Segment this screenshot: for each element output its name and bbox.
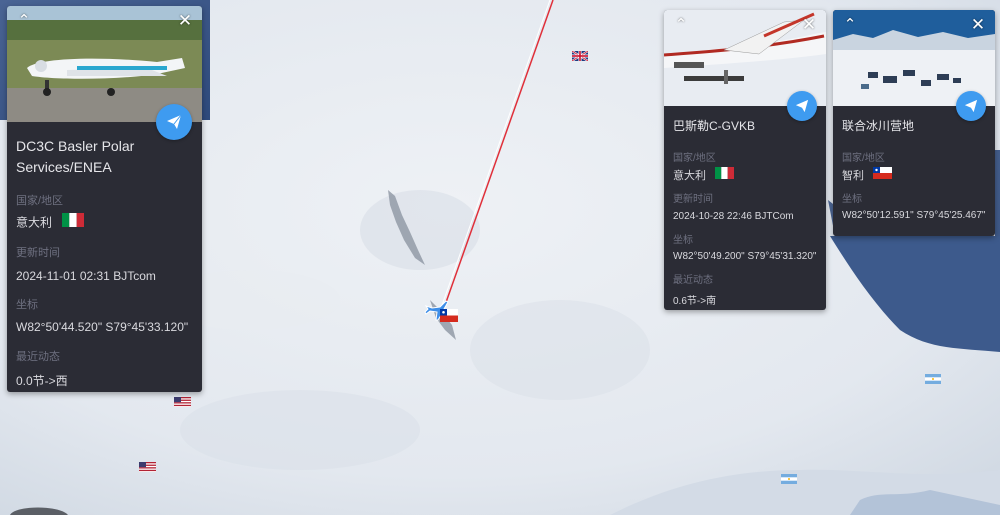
chevron-up-icon[interactable]: ⌃	[672, 16, 690, 34]
aircraft-info-card-dc3c[interactable]: ⌃ ✕ DC3C Basler Polar Services/ENEA 国家/地…	[7, 6, 202, 392]
camp-info-card-union-glacier[interactable]: ⌃ ✕ 联合冰川营地 国家/地区 智利 坐标 W82°50'12.591" S7…	[833, 10, 995, 236]
usa-flag[interactable]	[139, 459, 156, 477]
chile-flag[interactable]	[440, 309, 458, 327]
country-value: 意大利	[16, 215, 53, 230]
country-label: 国家/地区	[842, 153, 885, 164]
coord-value: W82°50'12.591" S79°45'25.467"	[842, 210, 986, 222]
italy-flag	[62, 213, 85, 232]
paper-plane-icon[interactable]	[156, 104, 192, 140]
argentina-flag[interactable]	[781, 471, 797, 489]
status-value: 0.6节->南	[673, 296, 717, 308]
close-icon[interactable]: ✕	[176, 12, 194, 30]
italy-flag	[715, 166, 735, 184]
paper-plane-icon[interactable]	[787, 91, 817, 121]
close-icon[interactable]: ✕	[800, 16, 818, 34]
paper-plane-icon[interactable]	[956, 91, 986, 121]
coord-label: 坐标	[842, 194, 862, 206]
status-value: 0.0节->西	[16, 374, 68, 388]
coord-value: W82°50'44.520" S79°45'33.120"	[16, 320, 189, 334]
time-value: 2024-11-01 02:31 BJTcom	[16, 269, 156, 283]
country-value: 意大利	[673, 170, 706, 183]
time-label: 更新时间	[16, 247, 60, 259]
status-label: 最近动态	[16, 351, 60, 363]
time-value: 2024-10-28 22:46 BJTCom	[673, 211, 794, 223]
aircraft-info-card-gvkb[interactable]: ⌃ ✕ 巴斯勒C-GVKB 国家/地区 意大利 更新时间 2024-10-28 …	[664, 10, 826, 310]
country-value: 智利	[842, 170, 864, 183]
status-label: 最近动态	[673, 275, 713, 287]
country-label: 国家/地区	[16, 195, 64, 207]
argentina-flag[interactable]	[925, 371, 941, 389]
close-icon[interactable]: ✕	[969, 16, 987, 34]
chile-flag	[873, 166, 893, 184]
country-label: 国家/地区	[673, 153, 716, 164]
time-label: 更新时间	[673, 194, 713, 206]
coord-label: 坐标	[16, 299, 38, 311]
chevron-up-icon[interactable]: ⌃	[15, 12, 33, 30]
chevron-up-icon[interactable]: ⌃	[841, 16, 859, 34]
card-title: DC3C Basler Polar Services/ENEA	[16, 138, 135, 175]
coord-label: 坐标	[673, 235, 693, 247]
uk-flag[interactable]	[571, 48, 589, 66]
coord-value: W82°50'49.200" S79°45'31.320"	[673, 251, 817, 263]
usa-flag[interactable]	[174, 394, 191, 412]
